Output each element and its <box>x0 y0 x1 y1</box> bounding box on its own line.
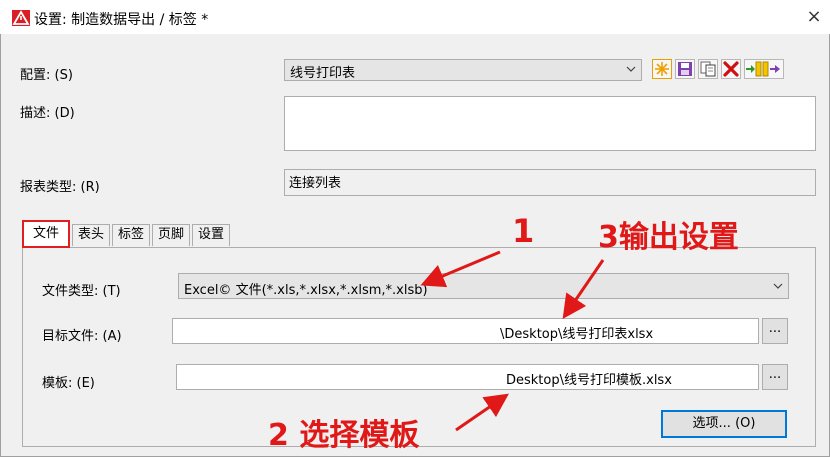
arrow-to-template <box>455 393 509 432</box>
arrow-to-file-type <box>420 250 501 288</box>
annotation-step-2: 2 选择模板 <box>268 418 420 453</box>
annotation-step-3: 3输出设置 <box>598 220 739 255</box>
arrow-to-target-file <box>562 259 605 319</box>
annotation-step-1: 1 <box>512 212 535 250</box>
